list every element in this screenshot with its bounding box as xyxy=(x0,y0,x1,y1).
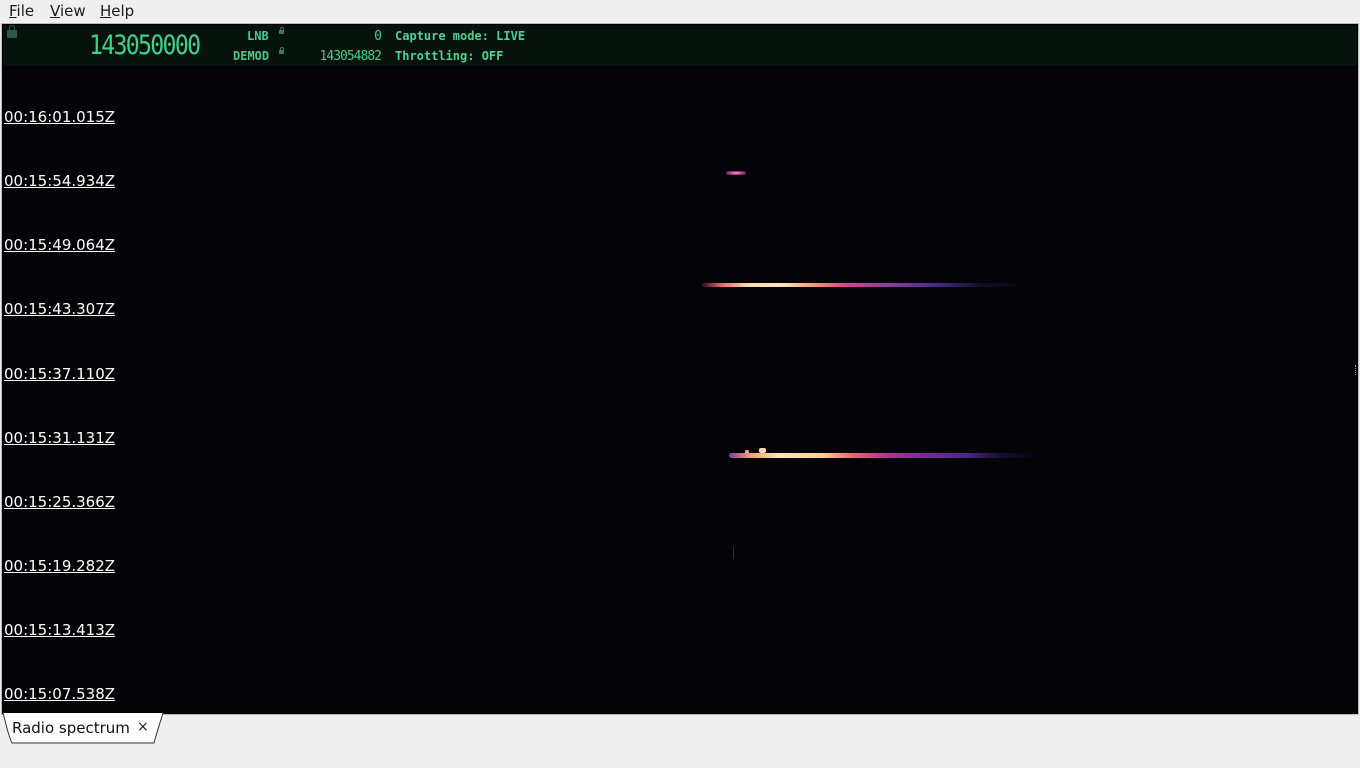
demod-value[interactable]: 143054882 xyxy=(303,49,382,64)
timestamp-label[interactable]: 00:15:43.307Z xyxy=(4,300,115,318)
signal-trace xyxy=(702,283,1027,287)
capture-mode-status: Capture mode: LIVE xyxy=(395,29,526,43)
tab-label: Radio spectrum xyxy=(12,719,130,737)
spectrum-panel: 143050000 LNB 0 DEMOD 143054882 Capture … xyxy=(1,23,1359,715)
signal-trace xyxy=(733,547,734,559)
timestamp-label[interactable]: 00:15:07.538Z xyxy=(4,685,115,703)
timestamp-label[interactable]: 00:15:54.934Z xyxy=(4,172,115,190)
resize-handle[interactable] xyxy=(1355,365,1359,375)
waterfall-display[interactable]: 00:16:01.015Z 00:15:54.934Z 00:15:49.064… xyxy=(2,66,1356,714)
timestamp-label[interactable]: 00:15:25.366Z xyxy=(4,493,115,511)
timestamp-label[interactable]: 00:16:01.015Z xyxy=(4,108,115,126)
menu-bar: File View Help xyxy=(0,0,1360,23)
timestamp-label[interactable]: 00:15:37.110Z xyxy=(4,365,115,383)
throttling-status: Throttling: OFF xyxy=(395,49,504,63)
frequency-header: 143050000 LNB 0 DEMOD 143054882 Capture … xyxy=(3,25,1357,66)
timestamp-label[interactable]: 00:15:19.282Z xyxy=(4,557,115,575)
signal-trace xyxy=(759,448,766,453)
lnb-label: LNB xyxy=(247,29,269,43)
timestamp-label[interactable]: 00:15:31.131Z xyxy=(4,429,115,447)
demod-lock-icon[interactable] xyxy=(279,47,284,54)
lock-icon[interactable] xyxy=(7,25,17,38)
lnb-value[interactable]: 0 xyxy=(303,29,382,44)
close-icon[interactable]: × xyxy=(137,719,149,735)
signal-trace xyxy=(726,171,746,175)
menu-view[interactable]: View xyxy=(50,2,86,20)
main-frequency[interactable]: 143050000 xyxy=(89,30,201,61)
menu-help[interactable]: Help xyxy=(100,2,134,20)
tab-radio-spectrum[interactable]: Radio spectrum × xyxy=(2,713,164,744)
lnb-lock-icon[interactable] xyxy=(279,27,284,34)
signal-trace xyxy=(729,453,1039,458)
demod-label: DEMOD xyxy=(233,49,270,63)
signal-trace xyxy=(745,450,749,454)
timestamp-label[interactable]: 00:15:49.064Z xyxy=(4,236,115,254)
menu-file[interactable]: File xyxy=(9,2,34,20)
timestamp-label[interactable]: 00:15:13.413Z xyxy=(4,621,115,639)
